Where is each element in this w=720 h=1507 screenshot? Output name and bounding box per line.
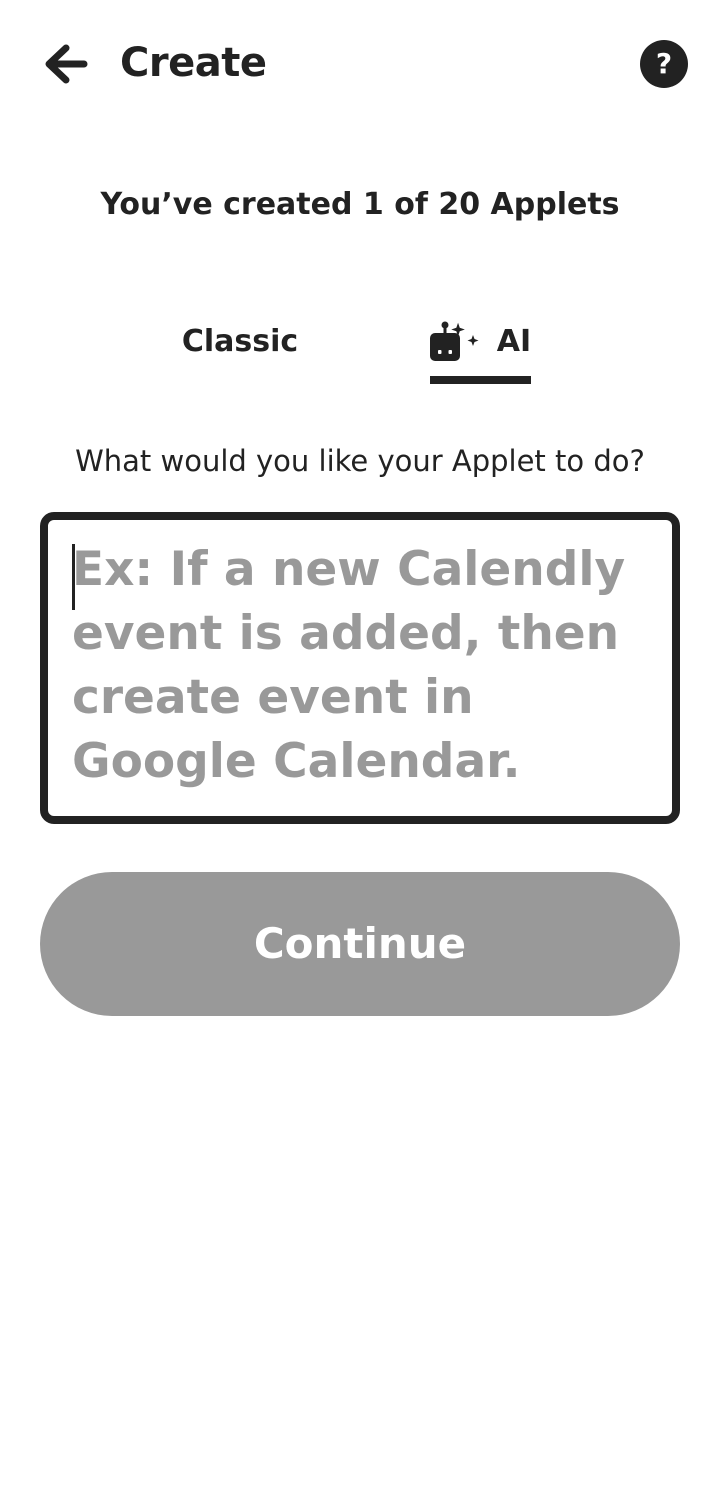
help-icon: ? [655, 47, 673, 80]
tab-ai-label: AI [496, 324, 532, 359]
tab-classic[interactable]: Classic [170, 300, 310, 384]
page-title: Create [120, 40, 267, 86]
continue-button-label: Continue [253, 919, 467, 968]
app-header: Create ? [0, 0, 720, 128]
active-tab-indicator [430, 376, 531, 384]
continue-button[interactable]: Continue [40, 872, 680, 1016]
applet-count-text: You’ve created 1 of 20 Applets [100, 187, 620, 222]
prompt-input[interactable] [72, 538, 656, 802]
tab-ai[interactable]: AI [428, 300, 532, 384]
mode-tabs: Classic AI [0, 300, 720, 390]
ai-robot-icon [429, 321, 479, 361]
tab-classic-label: Classic [181, 324, 299, 359]
prompt-label: What would you like your Applet to do? [75, 444, 645, 478]
help-button[interactable]: ? [640, 40, 688, 88]
arrow-left-icon [45, 44, 88, 84]
back-button[interactable] [38, 38, 90, 90]
prompt-input-box[interactable] [40, 512, 680, 824]
